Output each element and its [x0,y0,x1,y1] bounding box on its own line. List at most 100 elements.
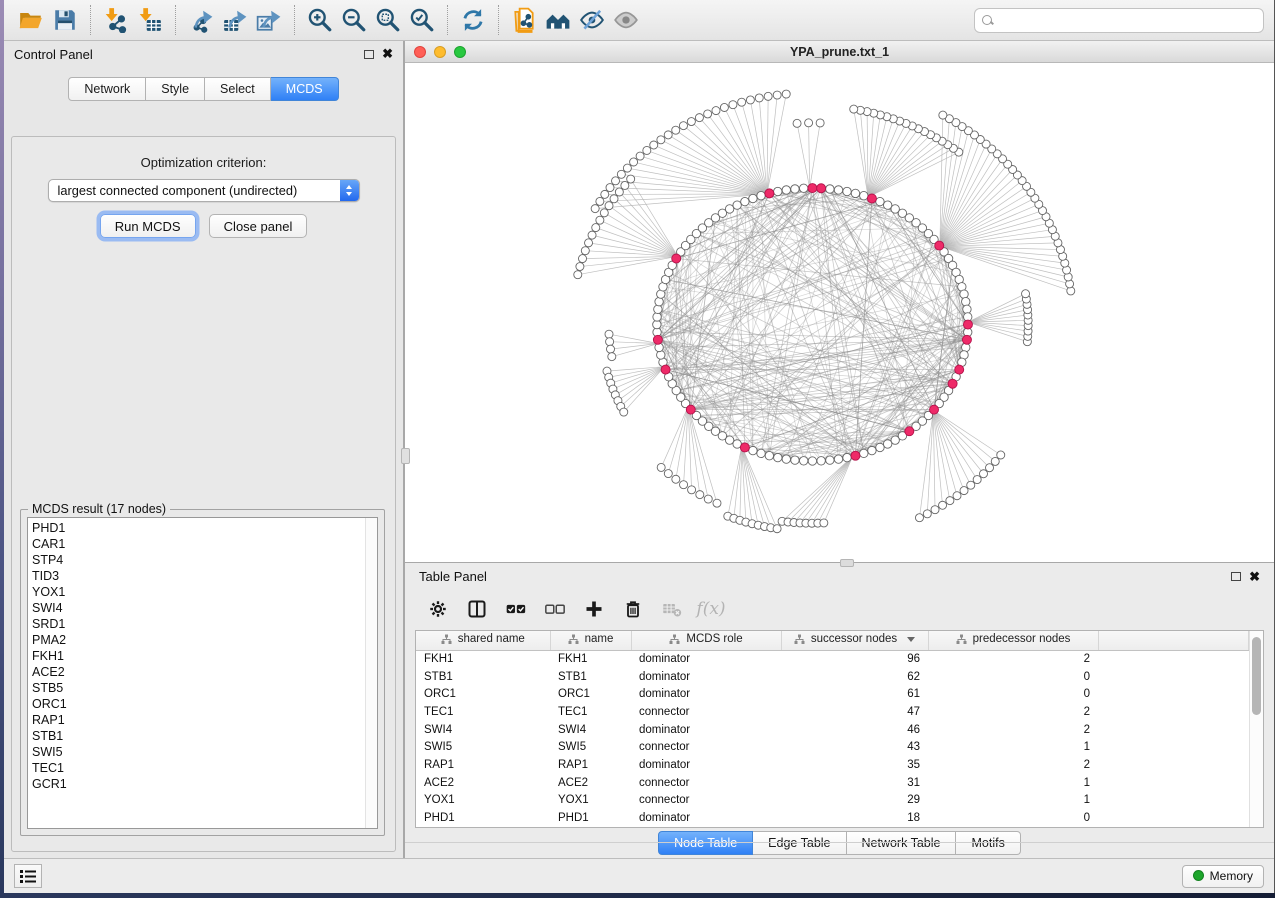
network-node[interactable] [615,188,623,196]
network-node[interactable] [605,330,613,338]
table-row[interactable]: RAP1RAP1dominator352 [416,756,1249,774]
network-node[interactable] [782,90,790,98]
network-node[interactable] [610,195,618,203]
table-row[interactable]: STB1STB1dominator620 [416,668,1249,686]
network-node[interactable] [876,443,884,451]
network-node[interactable] [876,197,884,205]
memory-button[interactable]: Memory [1182,865,1264,888]
network-node[interactable] [757,449,765,457]
network-node[interactable] [793,119,801,127]
network-node[interactable] [592,224,600,232]
network-node[interactable] [967,481,975,489]
network-node[interactable] [991,457,999,465]
network-node[interactable] [664,131,672,139]
dominator-node[interactable] [740,443,749,452]
result-list-item[interactable]: SRD1 [32,616,365,632]
export-table-icon[interactable] [218,5,252,35]
zoom-out-icon[interactable] [337,5,371,35]
network-node[interactable] [997,451,1005,459]
network-node[interactable] [657,463,665,471]
network-node[interactable] [657,351,665,359]
network-canvas[interactable] [405,63,1274,562]
result-list-item[interactable]: FKH1 [32,648,365,664]
result-list-item[interactable]: STB1 [32,728,365,744]
network-node[interactable] [979,470,987,478]
network-node[interactable] [791,185,799,193]
search-box[interactable] [974,8,1264,33]
network-node[interactable] [817,457,825,465]
network-node[interactable] [672,126,680,134]
network-node[interactable] [773,525,781,533]
network-node[interactable] [605,202,613,210]
show-columns-icon[interactable] [464,596,490,622]
table-scrollbar[interactable] [1249,631,1263,827]
network-node[interactable] [860,449,868,457]
table-row[interactable]: TEC1TEC1connector472 [416,703,1249,721]
zoom-in-icon[interactable] [303,5,337,35]
dominator-node[interactable] [686,405,695,414]
tab-node-table[interactable]: Node Table [658,831,753,855]
column-header-shared-name[interactable]: shared name [416,631,550,650]
network-node[interactable] [953,492,961,500]
network-node[interactable] [843,187,851,195]
network-node[interactable] [653,320,661,328]
save-icon[interactable] [48,5,82,35]
network-node[interactable] [601,190,609,198]
column-header-name[interactable]: name [550,631,631,650]
result-list-item[interactable]: STP4 [32,552,365,568]
result-list-item[interactable]: ACE2 [32,664,365,680]
dominator-node[interactable] [661,365,670,374]
result-list-item[interactable]: TID3 [32,568,365,584]
mcds-result-list[interactable]: PHD1CAR1STP4TID3YOX1SWI4SRD1PMA2FKH1ACE2… [27,517,378,829]
table-row[interactable]: ACE2ACE2connector311 [416,774,1249,792]
network-node[interactable] [581,247,589,255]
add-column-icon[interactable] [581,596,607,622]
delete-column-icon[interactable] [620,596,646,622]
network-node[interactable] [946,497,954,505]
network-node[interactable] [612,177,620,185]
network-node[interactable] [962,297,970,305]
network-node[interactable] [621,181,629,189]
network-node[interactable] [826,185,834,193]
network-node[interactable] [654,305,662,313]
tab-edge-table[interactable]: Edge Table [753,831,846,855]
network-node[interactable] [657,136,665,144]
result-list-item[interactable]: CAR1 [32,536,365,552]
column-header-MCDS-role[interactable]: MCDS role [631,631,781,650]
network-node[interactable] [588,231,596,239]
network-node[interactable] [606,338,614,346]
run-mcds-button[interactable]: Run MCDS [100,214,196,238]
horizontal-splitter-grip[interactable] [840,559,854,567]
network-node[interactable] [672,475,680,483]
network-node[interactable] [636,152,644,160]
network-node[interactable] [850,105,858,113]
close-table-panel-button[interactable]: ✖ [1249,572,1260,582]
zoom-selected-icon[interactable] [405,5,439,35]
network-node[interactable] [764,92,772,100]
network-node[interactable] [939,501,947,509]
network-node[interactable] [738,98,746,106]
network-node[interactable] [774,453,782,461]
select-all-rows-icon[interactable] [503,596,529,622]
float-table-panel-button[interactable] [1231,572,1241,581]
network-node[interactable] [939,111,947,119]
deselect-all-rows-icon[interactable] [542,596,568,622]
dominator-node[interactable] [808,184,817,193]
network-node[interactable] [679,122,687,130]
dominator-node[interactable] [765,189,774,198]
zoom-fit-icon[interactable] [371,5,405,35]
float-panel-button[interactable] [364,50,374,59]
dominator-node[interactable] [905,427,914,436]
result-list-item[interactable]: PMA2 [32,632,365,648]
network-node[interactable] [600,209,608,217]
result-list-item[interactable]: SWI5 [32,744,365,760]
result-list-item[interactable]: SWI4 [32,600,365,616]
network-node[interactable] [931,506,939,514]
network-node[interactable] [757,191,765,199]
network-node[interactable] [585,239,593,247]
table-row[interactable]: FKH1FKH1dominator962 [416,650,1249,668]
network-node[interactable] [688,486,696,494]
network-node[interactable] [986,464,994,472]
network-node[interactable] [1022,290,1030,298]
network-node[interactable] [680,481,688,489]
